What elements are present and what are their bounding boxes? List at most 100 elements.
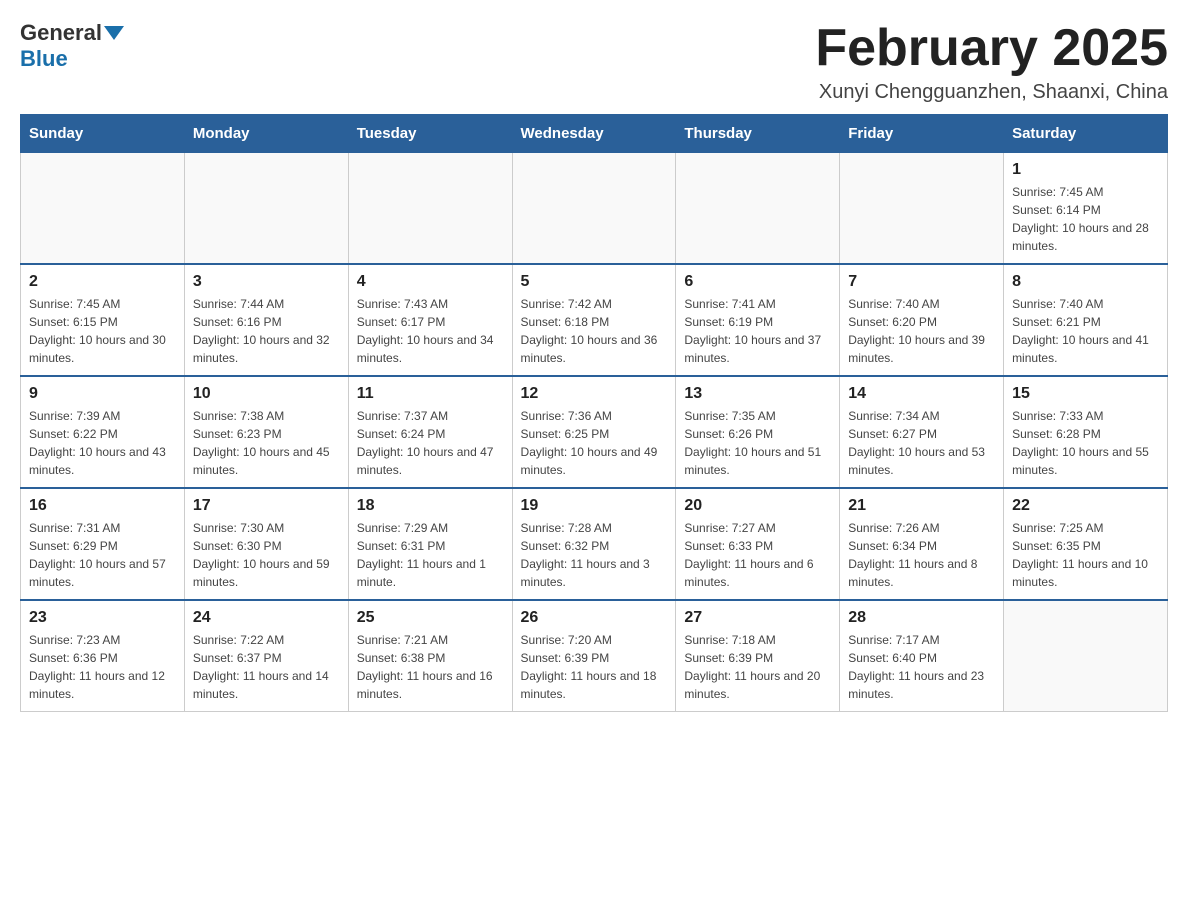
calendar-cell: 5 Sunrise: 7:42 AMSunset: 6:18 PMDaylight… bbox=[512, 264, 676, 376]
logo-general-text: General bbox=[20, 20, 102, 46]
calendar-cell: 27 Sunrise: 7:18 AMSunset: 6:39 PMDayligh… bbox=[676, 600, 840, 712]
calendar-cell: 15 Sunrise: 7:33 AMSunset: 6:28 PMDayligh… bbox=[1004, 376, 1168, 488]
day-info: Sunrise: 7:40 AMSunset: 6:21 PMDaylight:… bbox=[1012, 295, 1159, 367]
day-number: 4 bbox=[357, 273, 504, 291]
day-number: 28 bbox=[848, 609, 995, 627]
calendar-cell bbox=[184, 153, 348, 265]
calendar-cell: 7 Sunrise: 7:40 AMSunset: 6:20 PMDaylight… bbox=[840, 264, 1004, 376]
day-number: 14 bbox=[848, 385, 995, 403]
day-number: 22 bbox=[1012, 497, 1159, 515]
calendar-cell bbox=[348, 153, 512, 265]
calendar-cell: 13 Sunrise: 7:35 AMSunset: 6:26 PMDayligh… bbox=[676, 376, 840, 488]
day-number: 27 bbox=[684, 609, 831, 627]
day-info: Sunrise: 7:30 AMSunset: 6:30 PMDaylight:… bbox=[193, 519, 340, 591]
day-info: Sunrise: 7:18 AMSunset: 6:39 PMDaylight:… bbox=[684, 631, 831, 703]
calendar-cell: 4 Sunrise: 7:43 AMSunset: 6:17 PMDaylight… bbox=[348, 264, 512, 376]
weekday-header-tuesday: Tuesday bbox=[348, 115, 512, 153]
calendar-cell bbox=[676, 153, 840, 265]
weekday-header-row: SundayMondayTuesdayWednesdayThursdayFrid… bbox=[21, 115, 1168, 153]
day-number: 11 bbox=[357, 385, 504, 403]
day-number: 19 bbox=[521, 497, 668, 515]
day-info: Sunrise: 7:35 AMSunset: 6:26 PMDaylight:… bbox=[684, 407, 831, 479]
day-number: 13 bbox=[684, 385, 831, 403]
calendar-cell: 28Sunrise: 7:17 AMSunset: 6:40 PMDayligh… bbox=[840, 600, 1004, 712]
calendar-cell: 6 Sunrise: 7:41 AMSunset: 6:19 PMDaylight… bbox=[676, 264, 840, 376]
day-number: 18 bbox=[357, 497, 504, 515]
calendar-cell: 1 Sunrise: 7:45 AMSunset: 6:14 PMDaylight… bbox=[1004, 153, 1168, 265]
day-info: Sunrise: 7:39 AMSunset: 6:22 PMDaylight:… bbox=[29, 407, 176, 479]
calendar-week-row-1: 1 Sunrise: 7:45 AMSunset: 6:14 PMDaylight… bbox=[21, 153, 1168, 265]
calendar-cell bbox=[1004, 600, 1168, 712]
day-info: Sunrise: 7:22 AMSunset: 6:37 PMDaylight:… bbox=[193, 631, 340, 703]
calendar-cell: 14 Sunrise: 7:34 AMSunset: 6:27 PMDayligh… bbox=[840, 376, 1004, 488]
calendar-cell bbox=[512, 153, 676, 265]
day-number: 15 bbox=[1012, 385, 1159, 403]
calendar-cell: 16Sunrise: 7:31 AMSunset: 6:29 PMDayligh… bbox=[21, 488, 185, 600]
logo-blue-text: Blue bbox=[20, 46, 68, 71]
day-info: Sunrise: 7:23 AMSunset: 6:36 PMDaylight:… bbox=[29, 631, 176, 703]
calendar-cell: 22 Sunrise: 7:25 AMSunset: 6:35 PMDayligh… bbox=[1004, 488, 1168, 600]
day-number: 6 bbox=[684, 273, 831, 291]
day-number: 24 bbox=[193, 609, 340, 627]
calendar-cell: 21 Sunrise: 7:26 AMSunset: 6:34 PMDayligh… bbox=[840, 488, 1004, 600]
weekday-header-friday: Friday bbox=[840, 115, 1004, 153]
calendar-cell: 20 Sunrise: 7:27 AMSunset: 6:33 PMDayligh… bbox=[676, 488, 840, 600]
weekday-header-sunday: Sunday bbox=[21, 115, 185, 153]
day-number: 10 bbox=[193, 385, 340, 403]
day-number: 9 bbox=[29, 385, 176, 403]
day-number: 5 bbox=[521, 273, 668, 291]
day-info: Sunrise: 7:29 AMSunset: 6:31 PMDaylight:… bbox=[357, 519, 504, 591]
day-number: 3 bbox=[193, 273, 340, 291]
month-title: February 2025 bbox=[815, 20, 1168, 77]
calendar-cell: 11 Sunrise: 7:37 AMSunset: 6:24 PMDayligh… bbox=[348, 376, 512, 488]
day-info: Sunrise: 7:41 AMSunset: 6:19 PMDaylight:… bbox=[684, 295, 831, 367]
day-number: 21 bbox=[848, 497, 995, 515]
weekday-header-wednesday: Wednesday bbox=[512, 115, 676, 153]
calendar-cell: 24 Sunrise: 7:22 AMSunset: 6:37 PMDayligh… bbox=[184, 600, 348, 712]
calendar-week-row-2: 2 Sunrise: 7:45 AMSunset: 6:15 PMDaylight… bbox=[21, 264, 1168, 376]
calendar-cell: 19 Sunrise: 7:28 AMSunset: 6:32 PMDayligh… bbox=[512, 488, 676, 600]
day-number: 20 bbox=[684, 497, 831, 515]
title-section: February 2025 Xunyi Chengguanzhen, Shaan… bbox=[815, 20, 1168, 104]
day-info: Sunrise: 7:28 AMSunset: 6:32 PMDaylight:… bbox=[521, 519, 668, 591]
calendar-cell: 9 Sunrise: 7:39 AMSunset: 6:22 PMDaylight… bbox=[21, 376, 185, 488]
day-number: 16 bbox=[29, 497, 176, 515]
day-number: 26 bbox=[521, 609, 668, 627]
day-info: Sunrise: 7:21 AMSunset: 6:38 PMDaylight:… bbox=[357, 631, 504, 703]
day-number: 2 bbox=[29, 273, 176, 291]
day-number: 1 bbox=[1012, 161, 1159, 179]
day-info: Sunrise: 7:45 AMSunset: 6:15 PMDaylight:… bbox=[29, 295, 176, 367]
calendar-cell bbox=[840, 153, 1004, 265]
calendar-cell: 2 Sunrise: 7:45 AMSunset: 6:15 PMDaylight… bbox=[21, 264, 185, 376]
day-number: 8 bbox=[1012, 273, 1159, 291]
calendar-cell: 17 Sunrise: 7:30 AMSunset: 6:30 PMDayligh… bbox=[184, 488, 348, 600]
day-info: Sunrise: 7:42 AMSunset: 6:18 PMDaylight:… bbox=[521, 295, 668, 367]
calendar-cell: 8 Sunrise: 7:40 AMSunset: 6:21 PMDaylight… bbox=[1004, 264, 1168, 376]
page-header: General Blue February 2025 Xunyi Chenggu… bbox=[20, 20, 1168, 104]
calendar-cell bbox=[21, 153, 185, 265]
calendar-cell: 23Sunrise: 7:23 AMSunset: 6:36 PMDayligh… bbox=[21, 600, 185, 712]
day-number: 12 bbox=[521, 385, 668, 403]
day-info: Sunrise: 7:20 AMSunset: 6:39 PMDaylight:… bbox=[521, 631, 668, 703]
day-number: 17 bbox=[193, 497, 340, 515]
location-text: Xunyi Chengguanzhen, Shaanxi, China bbox=[815, 81, 1168, 104]
weekday-header-saturday: Saturday bbox=[1004, 115, 1168, 153]
day-number: 25 bbox=[357, 609, 504, 627]
calendar-week-row-3: 9 Sunrise: 7:39 AMSunset: 6:22 PMDaylight… bbox=[21, 376, 1168, 488]
day-info: Sunrise: 7:27 AMSunset: 6:33 PMDaylight:… bbox=[684, 519, 831, 591]
day-number: 7 bbox=[848, 273, 995, 291]
day-info: Sunrise: 7:36 AMSunset: 6:25 PMDaylight:… bbox=[521, 407, 668, 479]
day-info: Sunrise: 7:37 AMSunset: 6:24 PMDaylight:… bbox=[357, 407, 504, 479]
logo: General Blue bbox=[20, 20, 126, 72]
day-info: Sunrise: 7:33 AMSunset: 6:28 PMDaylight:… bbox=[1012, 407, 1159, 479]
day-info: Sunrise: 7:25 AMSunset: 6:35 PMDaylight:… bbox=[1012, 519, 1159, 591]
calendar-cell: 12 Sunrise: 7:36 AMSunset: 6:25 PMDayligh… bbox=[512, 376, 676, 488]
day-info: Sunrise: 7:45 AMSunset: 6:14 PMDaylight:… bbox=[1012, 183, 1159, 255]
calendar-cell: 18 Sunrise: 7:29 AMSunset: 6:31 PMDayligh… bbox=[348, 488, 512, 600]
calendar-table: SundayMondayTuesdayWednesdayThursdayFrid… bbox=[20, 114, 1168, 712]
weekday-header-monday: Monday bbox=[184, 115, 348, 153]
day-info: Sunrise: 7:26 AMSunset: 6:34 PMDaylight:… bbox=[848, 519, 995, 591]
day-info: Sunrise: 7:40 AMSunset: 6:20 PMDaylight:… bbox=[848, 295, 995, 367]
day-info: Sunrise: 7:43 AMSunset: 6:17 PMDaylight:… bbox=[357, 295, 504, 367]
day-info: Sunrise: 7:34 AMSunset: 6:27 PMDaylight:… bbox=[848, 407, 995, 479]
